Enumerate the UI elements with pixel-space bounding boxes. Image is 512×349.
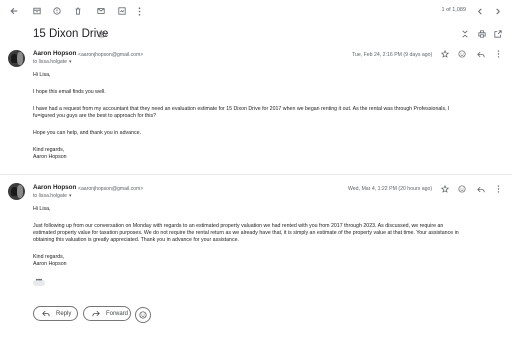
signature: Aaron Hopson xyxy=(33,261,67,267)
label-icon[interactable] xyxy=(99,31,107,38)
signoff: Kind regards, xyxy=(33,254,65,260)
expand-all-icon[interactable] xyxy=(460,29,470,39)
more-vert-icon[interactable] xyxy=(134,5,144,17)
body-paragraph-cont: estimated property value for taxation pu… xyxy=(33,230,459,236)
reply-icon[interactable] xyxy=(476,49,486,59)
archive-icon[interactable] xyxy=(31,5,43,17)
body-paragraph-cont: fu=igured you guys are the best to appro… xyxy=(33,113,157,119)
reply-button-label: Reply xyxy=(56,310,72,317)
sender-email: <aaronjhopson@gmail.com> xyxy=(78,185,144,192)
message-body: Hi Lisa, Just following up from our conv… xyxy=(33,206,459,268)
reply-button[interactable]: Reply xyxy=(33,306,78,321)
message-date: Tue, Feb 24, 2:16 PM (9 days ago) xyxy=(352,51,433,58)
body-paragraph: I hope this email finds you well. xyxy=(33,89,106,95)
prev-icon[interactable] xyxy=(475,5,485,17)
sender-avatar[interactable] xyxy=(8,50,25,67)
recipients[interactable]: to lissa.holgate ▾ xyxy=(33,193,72,199)
recipients-label: to lissa.holgate xyxy=(33,59,67,65)
sender-email: <aaronjhopson@gmail.com> xyxy=(78,51,144,58)
emoji-icon xyxy=(139,311,147,319)
message-body: Hi Lisa, I hope this email finds you wel… xyxy=(33,72,449,161)
show-trimmed-content-button[interactable]: ••• xyxy=(33,278,45,286)
sender-name: Aaron Hopson xyxy=(33,184,77,191)
sender-name: Aaron Hopson xyxy=(33,50,77,57)
pager-count: 1 of 1,089 xyxy=(441,7,466,13)
next-icon[interactable] xyxy=(493,5,503,17)
message-divider xyxy=(0,174,512,175)
recipients-label: to lissa.holgate xyxy=(33,193,67,199)
mark-unread-icon[interactable] xyxy=(95,5,107,17)
delete-icon[interactable] xyxy=(72,5,84,17)
forward-icon xyxy=(90,310,102,317)
more-vert-icon[interactable] xyxy=(494,49,502,59)
toolbar: 1 of 1,089 xyxy=(0,0,512,22)
emoji-reaction-icon[interactable] xyxy=(457,184,467,194)
report-spam-icon[interactable] xyxy=(51,5,63,17)
emoji-reaction-button[interactable] xyxy=(135,307,151,323)
forward-button[interactable]: Forward xyxy=(83,306,131,321)
more-vert-icon[interactable] xyxy=(494,184,502,194)
snooze-icon[interactable] xyxy=(116,5,128,17)
emoji-reaction-icon[interactable] xyxy=(457,49,467,59)
recipients-dropdown-icon[interactable]: ▾ xyxy=(69,193,72,199)
body-paragraph: I have had a request from my accountant … xyxy=(33,106,450,112)
forward-button-label: Forward xyxy=(106,310,129,317)
signature: Aaron Hopson xyxy=(33,154,67,160)
reply-icon xyxy=(40,310,52,317)
greeting: Hi Lisa, xyxy=(33,206,51,212)
email-subject: 15 Dixon Drive xyxy=(33,28,109,40)
star-icon[interactable] xyxy=(440,49,450,59)
sender-avatar[interactable] xyxy=(8,183,25,200)
reply-icon[interactable] xyxy=(476,184,486,194)
greeting: Hi Lisa, xyxy=(33,72,51,78)
open-new-window-icon[interactable] xyxy=(493,29,503,39)
body-paragraph: Just following up from our conversation … xyxy=(33,223,444,229)
print-icon[interactable] xyxy=(477,29,487,39)
back-arrow-icon[interactable] xyxy=(8,5,20,17)
star-icon[interactable] xyxy=(440,184,450,194)
message-date: Wed, Mar 4, 1:22 PM (20 hours ago) xyxy=(348,185,433,192)
signoff: Kind regards, xyxy=(33,147,65,153)
body-paragraph: Hope you can help, and thank you in adva… xyxy=(33,130,141,136)
recipients[interactable]: to lissa.holgate ▾ xyxy=(33,59,72,65)
recipients-dropdown-icon[interactable]: ▾ xyxy=(69,59,72,65)
body-paragraph-cont: obtaining this valuation is greatly appr… xyxy=(33,237,239,243)
